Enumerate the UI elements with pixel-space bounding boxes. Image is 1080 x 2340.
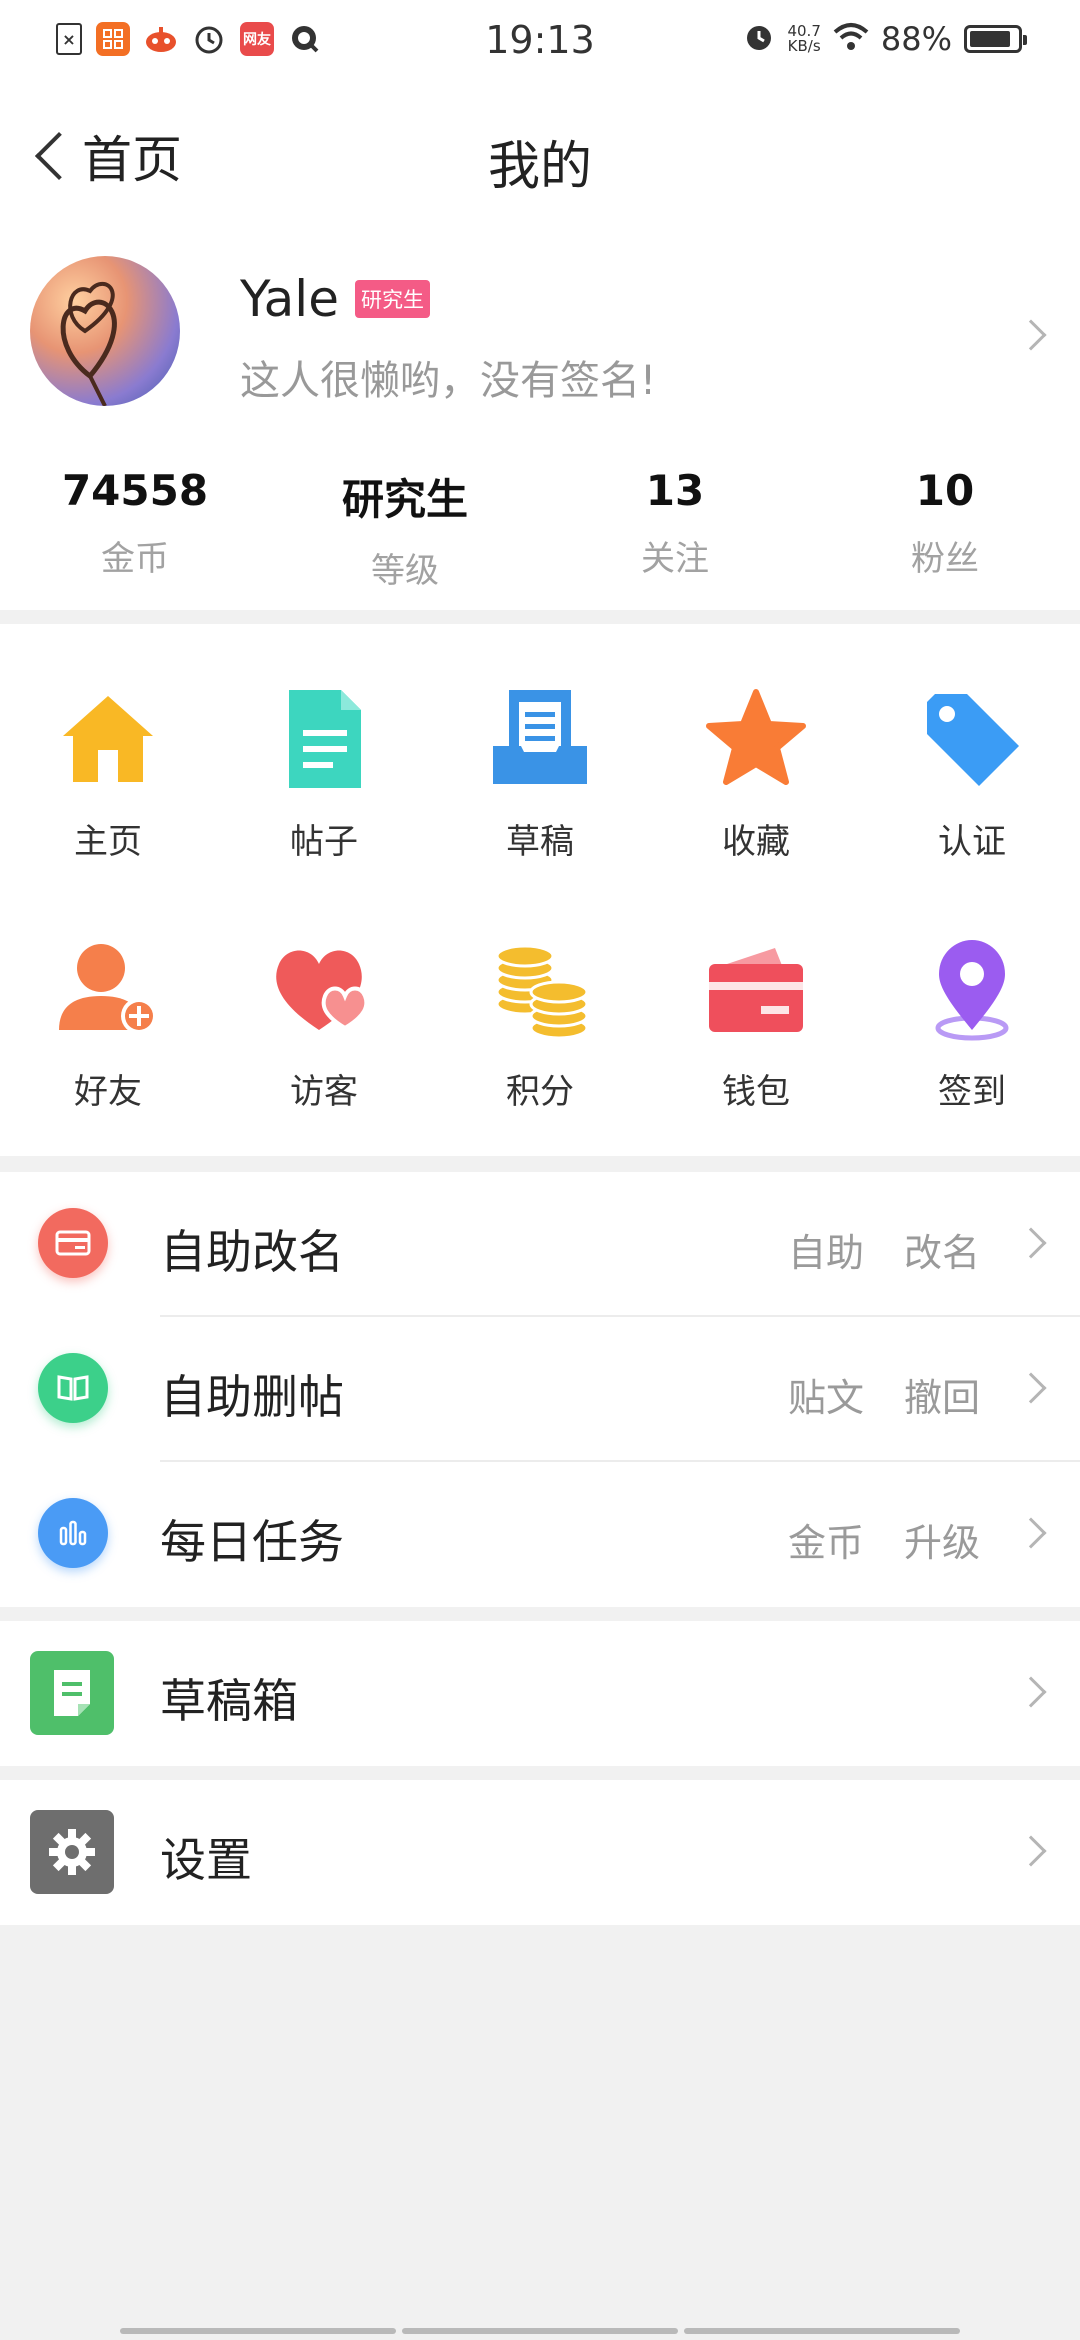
signature: 这人很懒哟，没有签名! [240,358,657,404]
chevron-right-icon [1015,1835,1047,1867]
list-item-rename[interactable]: 自助改名 自助 改名 [0,1172,1080,1317]
grid-item-points[interactable]: 积分 [432,934,648,1113]
draft-tray-icon [485,684,595,794]
list-item-tag: 改名 [903,1231,980,1275]
username: Yale [240,270,339,328]
avatar[interactable] [30,256,180,406]
book-icon [38,1353,108,1423]
stat-label: 金币 [101,539,169,579]
grid-label: 主页 [74,822,142,862]
status-bar: × 网友 19:13 40.7 KB/s 88% [0,0,1080,84]
wifi-icon [833,22,869,56]
grid-item-drafts[interactable]: 草稿 [432,684,648,863]
grid-item-visitors[interactable]: 访客 [216,934,432,1113]
list-item-label: 草稿箱 [160,1674,298,1728]
grid-item-home[interactable]: 主页 [0,684,216,863]
stat-value: 研究生 [341,475,468,524]
nav-bar: 首页 我的 [0,84,1080,234]
page-title: 我的 [487,137,592,197]
grid-item-verify[interactable]: 认证 [864,684,1080,863]
grid-label: 帖子 [290,822,358,862]
grid-label: 收藏 [722,822,790,862]
wallet-icon [701,934,811,1044]
stat-coins[interactable]: 74558 金币 [0,466,270,592]
draft-box-section: 草稿箱 [0,1621,1080,1766]
stat-value: 13 [645,466,705,515]
chevron-right-icon [1015,1517,1047,1549]
list-item-tag: 撤回 [903,1376,980,1420]
stat-followers[interactable]: 10 粉丝 [810,466,1080,592]
system-indicators: 40.7 KB/s 88% [743,20,1027,58]
gear-icon [30,1810,114,1894]
network-speed: 40.7 KB/s [787,24,820,54]
stat-label: 关注 [641,539,709,579]
bar-chart-icon [38,1498,108,1568]
alarm-status-icon [743,21,775,57]
list-item-tag: 贴文 [787,1376,864,1420]
list-item-label: 每日任务 [160,1515,344,1569]
grid-item-wallet[interactable]: 钱包 [648,934,864,1113]
stat-label: 等级 [371,551,439,591]
list-item-draft-box[interactable]: 草稿箱 [0,1621,1080,1766]
rename-card-icon [38,1208,108,1278]
add-friend-icon [53,934,163,1044]
stat-value: 74558 [61,466,209,515]
list-item-delete-post[interactable]: 自助删帖 贴文 撤回 [0,1317,1080,1462]
chevron-right-icon [1015,1676,1047,1708]
level-badge: 研究生 [354,280,430,318]
stat-value: 10 [915,466,975,515]
draft-box-icon [30,1651,114,1735]
grid-item-checkin[interactable]: 签到 [864,934,1080,1113]
list-item-daily-tasks[interactable]: 每日任务 金币 升级 [0,1462,1080,1607]
battery-percent: 88% [880,20,952,58]
network-speed-unit: KB/s [787,37,821,55]
home-icon [53,684,163,794]
document-icon [269,684,379,794]
list-item-label: 自助删帖 [160,1370,344,1424]
chevron-right-icon [1015,1227,1047,1259]
service-list: 自助改名 自助 改名 自助删帖 贴文 撤回 每日任务 金币 升级 [0,1172,1080,1607]
stats-row: 74558 金币 研究生 等级 13 关注 10 粉丝 [0,466,1080,592]
grid-label: 访客 [290,1072,358,1112]
list-item-tag: 升级 [903,1521,980,1565]
list-item-label: 自助改名 [160,1225,344,1279]
stat-level[interactable]: 研究生 等级 [270,466,540,592]
grid-label: 好友 [74,1072,142,1112]
grid-label: 钱包 [722,1072,790,1112]
coins-icon [485,934,595,1044]
visitor-heart-icon [269,934,379,1044]
grid-label: 草稿 [506,822,574,862]
list-item-tags: 自助 改名 [788,1222,980,1277]
battery-icon [964,25,1027,53]
list-item-label: 设置 [160,1833,252,1887]
list-item-settings[interactable]: 设置 [0,1780,1080,1925]
chevron-right-icon [1015,319,1047,351]
chevron-right-icon [1015,1372,1047,1404]
star-icon [701,684,811,794]
gesture-bar [120,2328,960,2334]
stat-label: 粉丝 [911,539,979,579]
battery-fill [970,31,1010,47]
grid-label: 签到 [938,1072,1006,1112]
list-item-tag: 自助 [787,1231,864,1275]
tag-icon [917,684,1027,794]
grid-label: 认证 [938,822,1006,862]
settings-section: 设置 [0,1780,1080,1925]
profile-card[interactable]: Yale 研究生 这人很懒哟，没有签名! 74558 金币 研究生 等级 13 … [0,234,1080,610]
stat-following[interactable]: 13 关注 [540,466,810,592]
location-pin-icon [917,934,1027,1044]
grid-item-friends[interactable]: 好友 [0,934,216,1113]
feature-grid: 主页 帖子 草稿 收藏 认证 好友 访客 积分 钱包 签到 [0,624,1080,1156]
profile-name-row: Yale 研究生 [240,270,430,328]
grid-item-posts[interactable]: 帖子 [216,684,432,863]
list-item-tags: 贴文 撤回 [788,1367,980,1422]
list-item-tags: 金币 升级 [788,1512,980,1567]
list-item-tag: 金币 [787,1521,864,1565]
grid-item-favorites[interactable]: 收藏 [648,684,864,863]
grid-label: 积分 [506,1072,574,1112]
